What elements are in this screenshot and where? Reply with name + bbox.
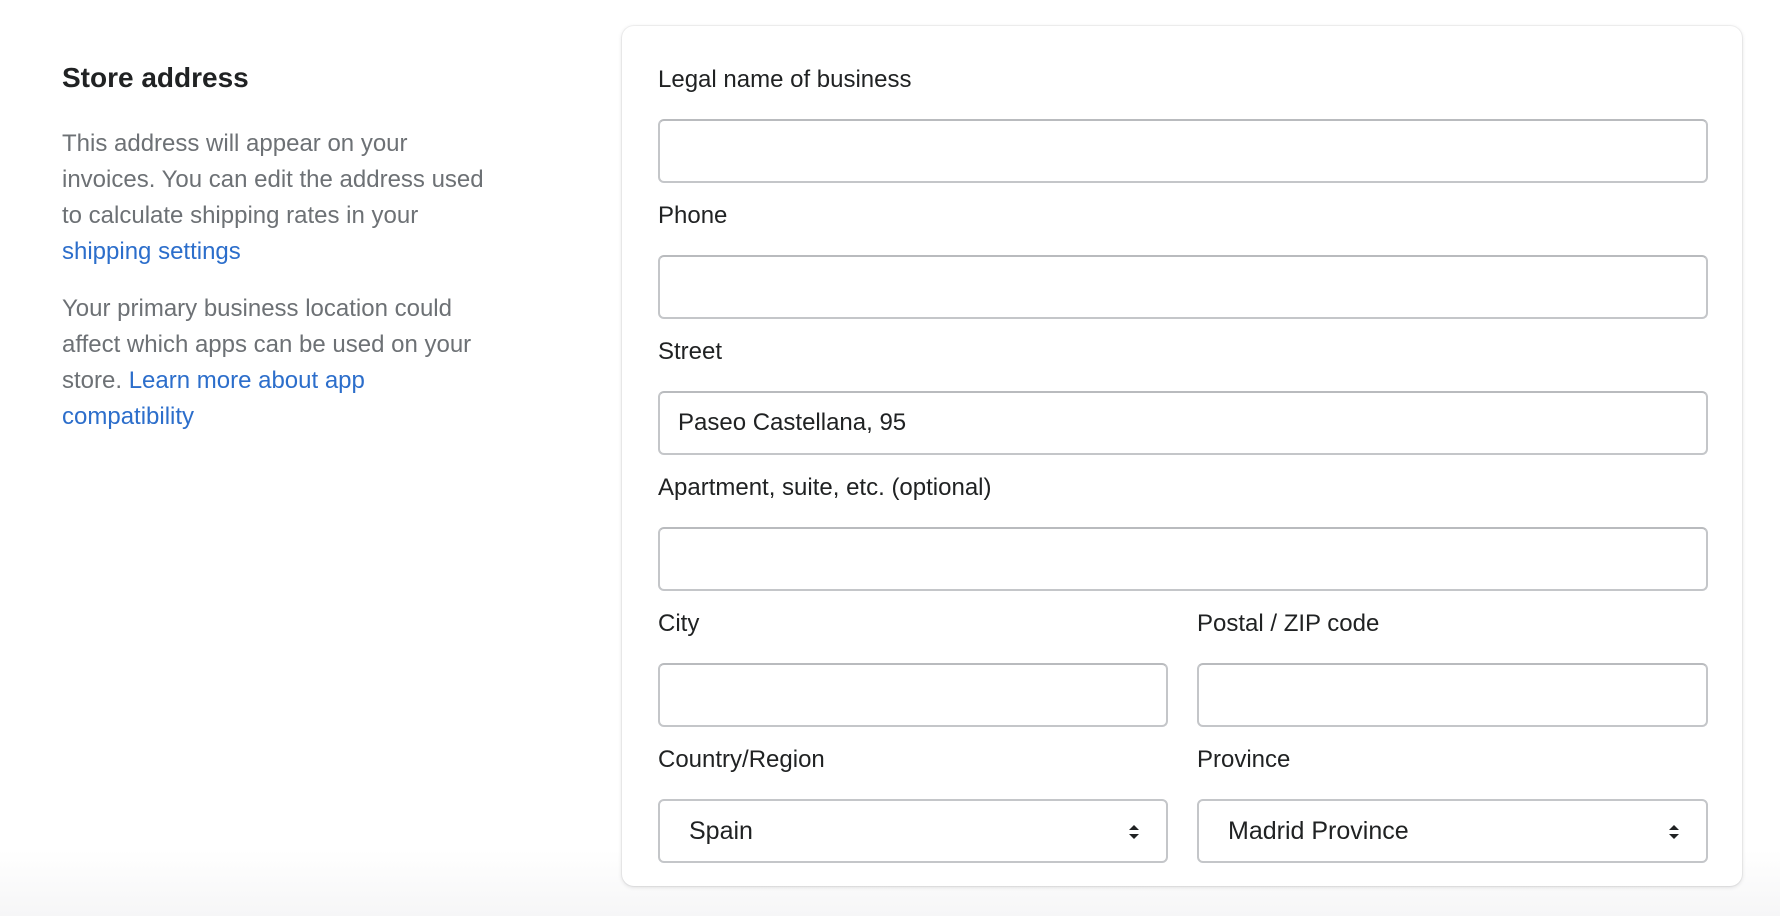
app-compatibility-description: Your primary business location could aff… [62, 291, 502, 435]
shipping-settings-link[interactable]: shipping settings [62, 238, 241, 265]
chevron-up-down-icon [1129, 825, 1139, 839]
store-address-card: Legal name of business Phone Street Apar… [622, 26, 1742, 886]
apartment-label: Apartment, suite, etc. (optional) [658, 474, 992, 501]
province-label: Province [1197, 746, 1291, 773]
country-select[interactable]: Spain [658, 799, 1168, 863]
phone-label: Phone [658, 202, 728, 229]
country-field: Country/Region Spain [658, 746, 1168, 863]
street-input[interactable] [658, 391, 1708, 455]
legal-name-field: Legal name of business [658, 66, 1708, 183]
phone-input[interactable] [658, 255, 1708, 319]
phone-field: Phone [658, 202, 1708, 319]
province-select[interactable]: Madrid Province [1197, 799, 1708, 863]
apartment-field: Apartment, suite, etc. (optional) [658, 474, 1708, 591]
province-selected-value: Madrid Province [1228, 817, 1409, 845]
invoice-address-text: This address will appear on your invoice… [62, 130, 484, 229]
chevron-up-down-icon [1669, 825, 1679, 839]
postal-code-input[interactable] [1197, 663, 1708, 727]
section-title: Store address [62, 62, 249, 93]
city-input[interactable] [658, 663, 1168, 727]
city-field: City [658, 610, 1168, 727]
street-label: Street [658, 338, 723, 365]
legal-name-label: Legal name of business [658, 66, 912, 93]
country-selected-value: Spain [689, 817, 753, 845]
store-address-annotation: Store address This address will appear o… [62, 58, 502, 456]
legal-name-input[interactable] [658, 119, 1708, 183]
postal-code-field: Postal / ZIP code [1197, 610, 1708, 727]
postal-code-label: Postal / ZIP code [1197, 610, 1380, 637]
country-label: Country/Region [658, 746, 825, 773]
invoice-address-description: This address will appear on your invoice… [62, 126, 502, 270]
street-field: Street [658, 338, 1708, 455]
city-label: City [658, 610, 700, 637]
apartment-input[interactable] [658, 527, 1708, 591]
province-field: Province Madrid Province [1197, 746, 1708, 863]
